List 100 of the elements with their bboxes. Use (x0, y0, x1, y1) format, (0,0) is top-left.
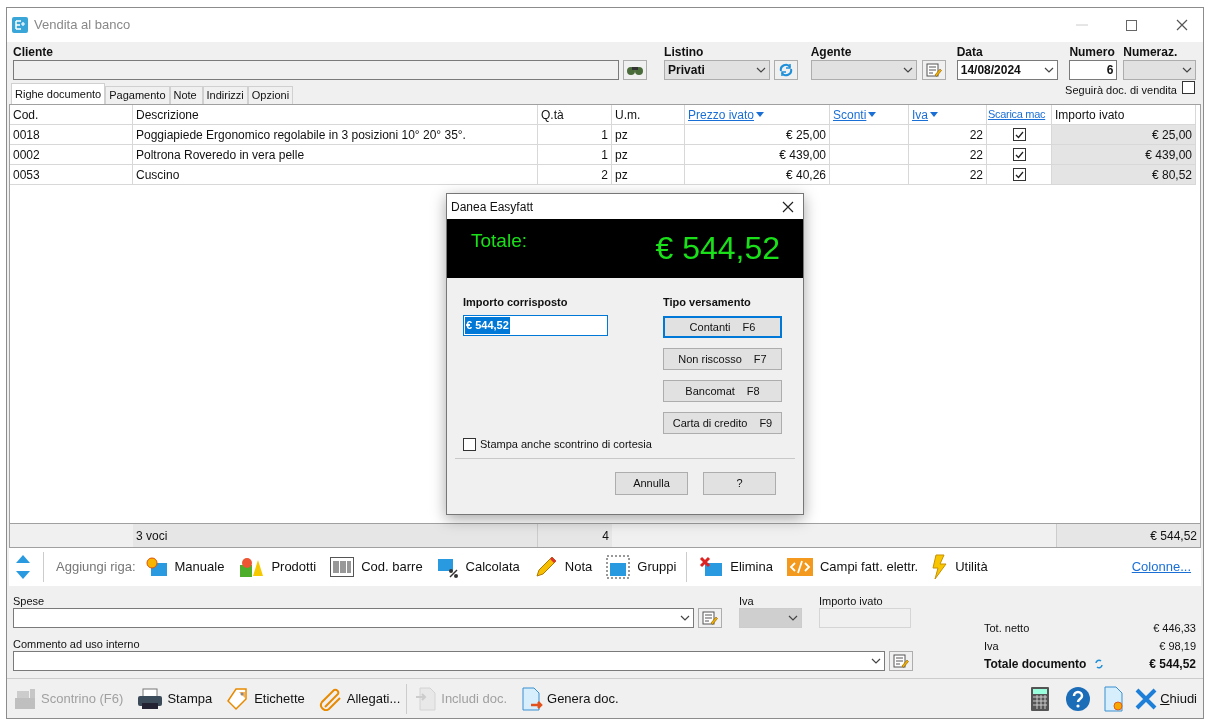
group-icon (606, 555, 631, 579)
field-label: Commento ad uso interno (13, 637, 141, 650)
checkbox[interactable] (1012, 128, 1026, 141)
close-icon (1135, 687, 1158, 710)
paperclip-icon (318, 686, 343, 711)
tab[interactable]: Indirizzi (202, 86, 248, 104)
checkbox[interactable] (1182, 81, 1195, 94)
help-icon[interactable] (1065, 685, 1092, 712)
client-field[interactable] (13, 60, 619, 80)
chevron-icon (680, 615, 690, 621)
expenses-select[interactable] (13, 608, 694, 628)
dialog-button[interactable]: Annulla (615, 472, 688, 495)
table-cell: 22 (909, 125, 987, 145)
table-cell: € 40,26 (685, 165, 830, 185)
window-title: Vendita al banco (34, 16, 131, 35)
table-cell: pz (612, 145, 685, 165)
tab[interactable]: Pagamento (105, 86, 170, 104)
toolbar-button[interactable]: Gruppi (606, 555, 677, 579)
table-cell: Poggiapiede Ergonomico regolabile in 3 posizioni 10° 20° 35°. (133, 125, 538, 145)
toolbar-button[interactable]: Manuale (145, 557, 225, 577)
table-footer-cell: 3 voci (133, 524, 538, 547)
total-label: Totale documento (984, 656, 1087, 673)
toolbar-button[interactable]: Utilità (932, 554, 988, 580)
table-cell: 1 (538, 125, 612, 145)
column-header[interactable]: Scarica mac (987, 105, 1052, 125)
toolbar-button[interactable]: Cod. barre (330, 557, 423, 577)
toolbar-button[interactable]: Allegati... (318, 686, 401, 711)
toolbar-button[interactable]: Campi fatt. elettr. (786, 557, 919, 577)
date-field[interactable]: 14/08/2024 (956, 60, 1058, 80)
cash-register-icon (13, 687, 37, 710)
refresh-button[interactable] (774, 60, 799, 80)
table-cell: Cuscino (133, 165, 538, 185)
document-arrow-icon (521, 686, 544, 711)
checkbox[interactable] (1012, 148, 1026, 161)
toolbar-button[interactable]: Stampa (137, 687, 213, 710)
sort-caret-icon (930, 112, 938, 117)
amount-field[interactable]: € 544,52 (463, 315, 608, 336)
edit-button[interactable] (698, 608, 722, 628)
edit-button[interactable] (889, 651, 913, 671)
payment-button[interactable]: Non riscosso F7 (663, 348, 782, 370)
column-header[interactable]: Sconti (830, 105, 909, 125)
binoculars-icon (626, 65, 644, 75)
calculator-icon[interactable] (1031, 686, 1050, 711)
column-header[interactable]: Prezzo ivato (685, 105, 830, 125)
window-icon (145, 557, 168, 577)
column-header: Descrizione (133, 105, 538, 125)
refresh-icon[interactable] (1094, 658, 1105, 670)
close-icon[interactable] (782, 200, 794, 213)
column-header[interactable]: Iva (909, 105, 987, 125)
total-value: € 98,19 (1159, 638, 1196, 654)
maximize-icon[interactable] (1126, 19, 1137, 31)
toolbar-button[interactable]: Genera doc. (521, 686, 619, 711)
toolbar-button[interactable]: Elimina (699, 556, 773, 578)
dialog-button[interactable]: ? (703, 472, 776, 495)
checkbox-label: Stampa anche scontrino di cortesia (480, 436, 652, 452)
chevron-icon (756, 67, 767, 73)
table-cell: 22 (909, 165, 987, 185)
toolbar-button[interactable]: Nota (533, 555, 593, 579)
tab[interactable]: Note (169, 86, 203, 104)
number-field[interactable]: 6 (1069, 60, 1118, 80)
tab[interactable]: Righe documento (11, 83, 106, 104)
checkbox[interactable] (463, 437, 476, 451)
toolbar-button[interactable]: Etichette (226, 686, 305, 711)
search-button[interactable] (623, 60, 647, 80)
sort-caret-icon (868, 112, 877, 117)
field-label: Iva (739, 594, 755, 607)
close-button[interactable]: Chiudi (1135, 687, 1197, 710)
checkbox-label: Seguirà doc. di vendita (1065, 82, 1177, 98)
toolbar-button[interactable]: Calcolata (436, 556, 520, 578)
payment-button[interactable]: Carta di credito F9 (663, 412, 782, 434)
close-icon[interactable] (1176, 19, 1188, 31)
field-label: Numero (1069, 44, 1116, 60)
document-icon[interactable] (1103, 685, 1126, 712)
table-cell: Poltrona Roveredo in vera pelle (133, 145, 538, 165)
table-footer-cell: 4 (538, 524, 612, 547)
tab[interactable]: Opzioni (247, 86, 294, 104)
field-label: Tipo versamento (663, 295, 752, 308)
comment-select[interactable] (13, 651, 885, 671)
total-label: Iva (984, 638, 999, 654)
table-cell: € 439,00 (685, 145, 830, 165)
price-list-select[interactable]: Privati (664, 60, 771, 80)
total-amount: € 544,52 (655, 229, 780, 268)
refresh-icon (778, 63, 795, 77)
chevron-icon (788, 615, 798, 621)
toolbar-button[interactable]: Prodotti (238, 556, 317, 578)
payment-button[interactable]: Contanti F6 (663, 316, 782, 338)
column-header: U.m. (612, 105, 685, 125)
field-label: Cliente (13, 44, 54, 60)
payment-button[interactable]: Bancomat F8 (663, 380, 782, 402)
notepad-icon (893, 654, 909, 668)
table-cell: 2 (538, 165, 612, 185)
notepad-icon (925, 63, 942, 77)
field-label: Numeraz. (1123, 44, 1179, 60)
barcode-icon (330, 557, 355, 577)
checkbox[interactable] (1012, 168, 1026, 181)
edit-button[interactable] (921, 60, 946, 80)
columns-link[interactable]: Colonne... (1131, 557, 1191, 577)
up-down-arrows-icon[interactable] (15, 554, 31, 580)
delete-icon (699, 556, 724, 578)
chevron-icon (871, 658, 881, 664)
